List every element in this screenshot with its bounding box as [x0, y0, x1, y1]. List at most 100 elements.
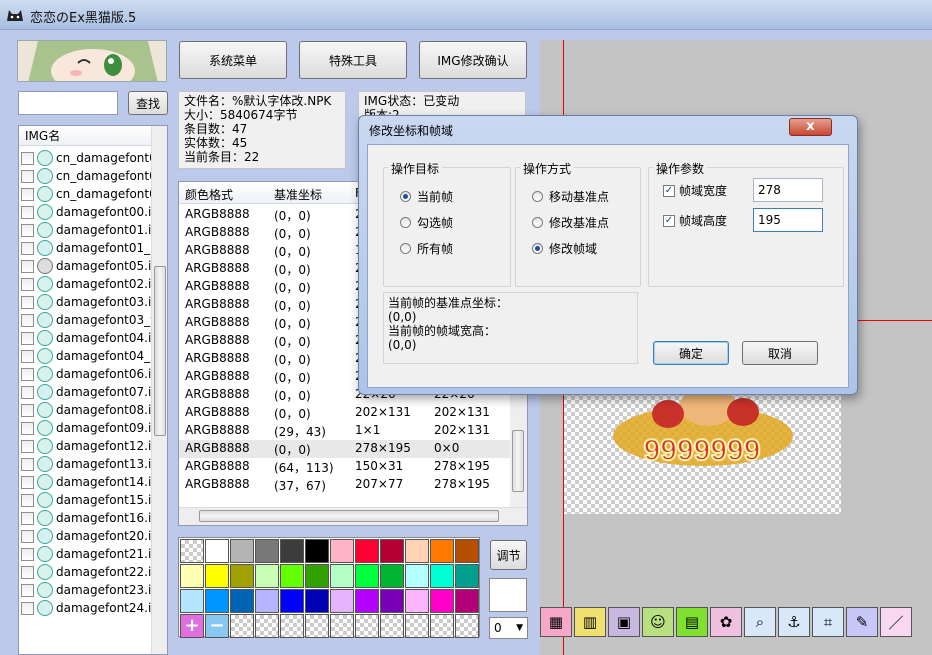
- layer-select[interactable]: 0 ▼: [489, 617, 528, 639]
- img-list-item[interactable]: damagefont04.im: [21, 329, 153, 347]
- film2-icon[interactable]: ▤: [676, 607, 708, 637]
- img-list-item[interactable]: damagefont12.im: [21, 437, 153, 455]
- add-color-icon[interactable]: +: [180, 614, 204, 638]
- img-list-item[interactable]: damagefont00.im: [21, 203, 153, 221]
- img-list-item[interactable]: cn_damagefont0: [21, 149, 153, 167]
- color-swatch[interactable]: [380, 589, 404, 613]
- color-swatch[interactable]: [305, 589, 329, 613]
- img-confirm-button[interactable]: IMG修改确认: [419, 41, 527, 79]
- color-swatch[interactable]: [280, 564, 304, 588]
- transparent-swatch[interactable]: [330, 614, 354, 638]
- color-swatch[interactable]: [380, 539, 404, 563]
- checkbox-icon[interactable]: [21, 151, 34, 165]
- img-list-item[interactable]: damagefont09.im: [21, 419, 153, 437]
- frame-row[interactable]: ARGB8888 (0，0) 278×195 0×0: [179, 440, 512, 458]
- checkbox-icon[interactable]: [21, 529, 34, 543]
- img-list[interactable]: IMG名 cn_damagefont0 cn_damagefont0 cn_dama…: [18, 125, 168, 655]
- checkbox-icon[interactable]: [21, 223, 34, 237]
- color-swatch[interactable]: [355, 589, 379, 613]
- img-list-item[interactable]: damagefont23.im: [21, 581, 153, 599]
- film-icon[interactable]: ▣: [608, 607, 640, 637]
- search-input[interactable]: [18, 91, 118, 115]
- color-swatch[interactable]: [255, 589, 279, 613]
- color-swatch[interactable]: [455, 539, 479, 563]
- color-swatch[interactable]: [280, 589, 304, 613]
- line-icon[interactable]: ／: [880, 607, 912, 637]
- color-swatch[interactable]: [355, 539, 379, 563]
- color-swatch[interactable]: [355, 564, 379, 588]
- frames-vscroll-thumb[interactable]: [512, 430, 524, 492]
- transparent-swatch[interactable]: [180, 539, 204, 563]
- checkbox-icon[interactable]: [21, 421, 34, 435]
- remove-color-icon[interactable]: −: [205, 614, 229, 638]
- color-swatch[interactable]: [330, 539, 354, 563]
- img-list-item[interactable]: damagefont13.im: [21, 455, 153, 473]
- img-list-item[interactable]: damagefont20.im: [21, 527, 153, 545]
- img-list-item[interactable]: damagefont04_r: [21, 347, 153, 365]
- color-swatch[interactable]: [405, 539, 429, 563]
- anchor-icon[interactable]: ⚓: [778, 607, 810, 637]
- img-list-item[interactable]: damagefont07.im: [21, 383, 153, 401]
- color-swatch[interactable]: [180, 564, 204, 588]
- checkbox-frame-width[interactable]: ✓ 帧域宽度: [663, 182, 727, 199]
- frame-width-input[interactable]: 278: [753, 178, 823, 202]
- checkbox-icon[interactable]: [21, 457, 34, 471]
- frame-row[interactable]: ARGB8888 (29，43) 1×1 202×131: [179, 422, 512, 440]
- img-list-item[interactable]: damagefont03.im: [21, 293, 153, 311]
- paw-icon[interactable]: ✿: [710, 607, 742, 637]
- checkbox-icon[interactable]: [21, 277, 34, 291]
- cancel-button[interactable]: 取消: [742, 341, 818, 365]
- color-palette[interactable]: + −: [178, 537, 480, 638]
- col-base-coord[interactable]: 基准坐标: [274, 186, 322, 203]
- zoom-icon[interactable]: ⌕: [744, 607, 776, 637]
- col-color-format[interactable]: 颜色格式: [185, 186, 233, 203]
- img-list-scrollbar[interactable]: [151, 126, 167, 654]
- checkbox-icon[interactable]: [21, 493, 34, 507]
- img-list-item[interactable]: damagefont21.im: [21, 545, 153, 563]
- transparent-swatch[interactable]: [405, 614, 429, 638]
- radio-checked-frames[interactable]: 勾选帧: [400, 214, 453, 231]
- crop-icon[interactable]: ⌗: [812, 607, 844, 637]
- cat-tool-icon[interactable]: ☺: [642, 607, 674, 637]
- img-list-item[interactable]: damagefont02.im: [21, 275, 153, 293]
- checkbox-icon[interactable]: [21, 403, 34, 417]
- pen-icon[interactable]: ✎: [846, 607, 878, 637]
- adjust-button[interactable]: 调节: [490, 540, 527, 570]
- img-list-item[interactable]: damagefont08.im: [21, 401, 153, 419]
- color-swatch[interactable]: [455, 589, 479, 613]
- checkbox-icon[interactable]: [21, 313, 34, 327]
- checkbox-icon[interactable]: [21, 439, 34, 453]
- current-color-swatch[interactable]: [489, 578, 527, 612]
- radio-modify-frame[interactable]: 修改帧域: [532, 240, 597, 257]
- color-swatch[interactable]: [380, 564, 404, 588]
- img-list-item[interactable]: damagefont16.im: [21, 509, 153, 527]
- search-button[interactable]: 查找: [128, 91, 168, 115]
- checkbox-icon[interactable]: [21, 187, 34, 201]
- radio-move-base[interactable]: 移动基准点: [532, 188, 609, 205]
- transparent-swatch[interactable]: [280, 614, 304, 638]
- img-list-header[interactable]: IMG名: [19, 126, 151, 146]
- color-swatch[interactable]: [230, 589, 254, 613]
- img-list-item[interactable]: damagefont22.im: [21, 563, 153, 581]
- close-icon[interactable]: x: [789, 118, 832, 136]
- radio-modify-base[interactable]: 修改基准点: [532, 214, 609, 231]
- color-swatch[interactable]: [405, 589, 429, 613]
- checkbox-icon[interactable]: [21, 205, 34, 219]
- checkbox-icon[interactable]: [21, 511, 34, 525]
- color-swatch[interactable]: [430, 589, 454, 613]
- color-swatch[interactable]: [255, 539, 279, 563]
- checkbox-icon[interactable]: [21, 547, 34, 561]
- frame-edit-icon[interactable]: ▦: [540, 607, 572, 637]
- color-swatch[interactable]: [280, 539, 304, 563]
- scrollbar-thumb[interactable]: [154, 266, 166, 436]
- frame-row[interactable]: ARGB8888 (64，113) 150×31 278×195: [179, 458, 512, 476]
- radio-all-frames[interactable]: 所有帧: [400, 240, 453, 257]
- color-swatch[interactable]: [230, 564, 254, 588]
- radio-current-frame[interactable]: 当前帧: [400, 188, 453, 205]
- transparent-swatch[interactable]: [455, 614, 479, 638]
- color-swatch[interactable]: [305, 564, 329, 588]
- ok-button[interactable]: 确定: [653, 341, 729, 365]
- img-list-item[interactable]: damagefont15.im: [21, 491, 153, 509]
- color-swatch[interactable]: [455, 564, 479, 588]
- color-swatch[interactable]: [205, 539, 229, 563]
